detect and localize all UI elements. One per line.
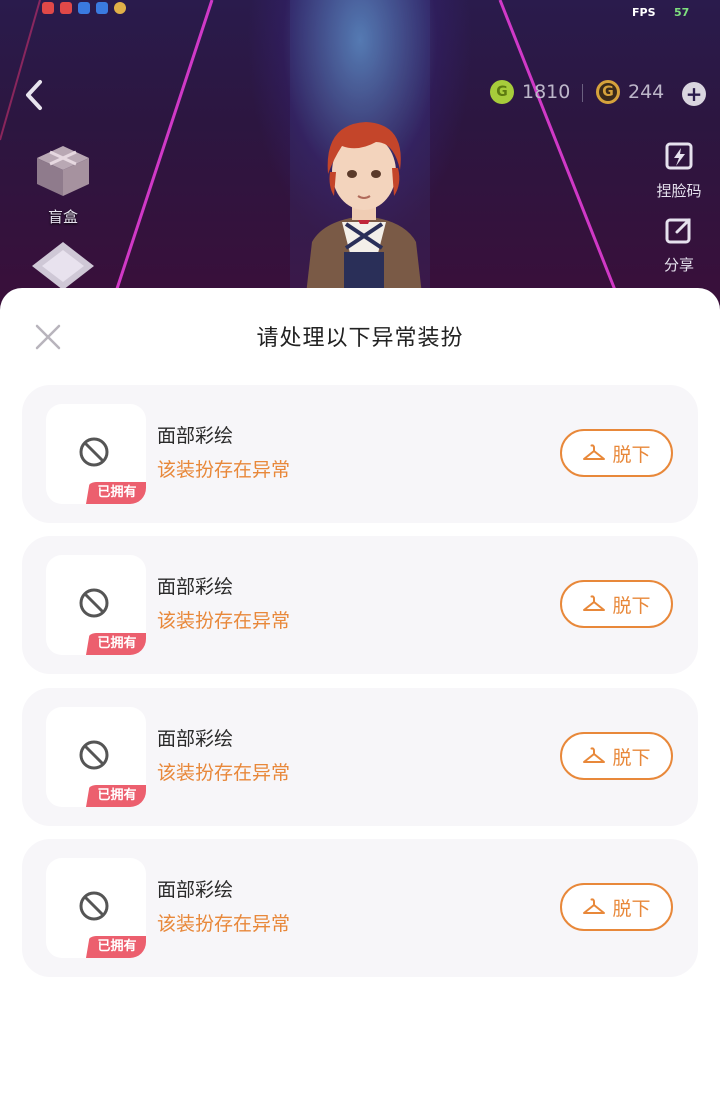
take-off-label: 脱下 <box>612 746 651 769</box>
take-off-button[interactable]: 脱下 <box>560 580 673 628</box>
outfit-status: 该装扮存在异常 <box>157 610 291 632</box>
coin-green-icon: G <box>490 80 514 104</box>
app-icon <box>78 2 90 14</box>
outfit-item: 已拥有 面部彩绘 该装扮存在异常 脱下 <box>22 839 698 977</box>
outfit-thumbnail: 已拥有 <box>46 858 146 958</box>
game-scene: FPS 57 G 1810 G 244 + 盲盒 捏脸码 分享 <box>0 0 720 310</box>
app-icon <box>114 2 126 14</box>
back-icon[interactable] <box>20 78 48 112</box>
owned-badge: 已拥有 <box>86 936 146 958</box>
prohibited-icon <box>79 740 109 770</box>
outfit-item: 已拥有 面部彩绘 该装扮存在异常 脱下 <box>22 688 698 826</box>
face-code-icon <box>665 142 693 170</box>
prohibited-icon <box>79 437 109 467</box>
notification-icons <box>42 2 126 14</box>
app-icon <box>42 2 54 14</box>
app-icon <box>96 2 108 14</box>
currency-gold: G 244 <box>596 80 664 104</box>
outfit-name: 面部彩绘 <box>157 576 234 598</box>
hanger-icon <box>583 898 606 914</box>
owned-badge: 已拥有 <box>86 482 146 504</box>
avatar-character <box>284 112 444 310</box>
owned-badge: 已拥有 <box>86 633 146 655</box>
fps-value: 57 <box>674 6 690 19</box>
take-off-label: 脱下 <box>612 897 651 920</box>
outfit-name: 面部彩绘 <box>157 728 234 750</box>
outfit-thumbnail: 已拥有 <box>46 404 146 504</box>
gift-box-icon <box>37 146 89 196</box>
add-currency-button[interactable]: + <box>682 82 706 106</box>
share-label: 分享 <box>663 256 694 274</box>
coin-gold-icon: G <box>596 80 620 104</box>
take-off-label: 脱下 <box>612 594 651 617</box>
share-button[interactable]: 分享 <box>650 214 708 275</box>
app-icon <box>60 2 72 14</box>
prohibited-icon <box>79 891 109 921</box>
share-icon <box>665 218 691 244</box>
take-off-button[interactable]: 脱下 <box>560 429 673 477</box>
hanger-icon <box>583 595 606 611</box>
outfit-status: 该装扮存在异常 <box>157 762 291 784</box>
outfit-status: 该装扮存在异常 <box>157 459 291 481</box>
outfit-item: 已拥有 面部彩绘 该装扮存在异常 脱下 <box>22 385 698 523</box>
abnormal-outfit-sheet: 请处理以下异常装扮 已拥有 面部彩绘 该装扮存在异常 脱下 已拥有 面部彩绘 该… <box>0 288 720 1100</box>
hanger-icon <box>583 747 606 763</box>
outfit-name: 面部彩绘 <box>157 879 234 901</box>
owned-badge: 已拥有 <box>86 785 146 807</box>
currency-green: G 1810 <box>490 80 570 104</box>
outfit-thumbnail: 已拥有 <box>46 707 146 807</box>
hanger-icon <box>583 444 606 460</box>
currency-green-value: 1810 <box>522 81 571 103</box>
outfit-status: 该装扮存在异常 <box>157 913 291 935</box>
card-pack-icon[interactable] <box>30 240 96 290</box>
prohibited-icon <box>79 588 109 618</box>
currency-divider <box>582 84 583 102</box>
blind-box-label: 盲盒 <box>47 208 78 226</box>
blind-box-button[interactable]: 盲盒 <box>30 142 96 227</box>
face-code-label: 捏脸码 <box>656 182 702 200</box>
face-code-button[interactable]: 捏脸码 <box>650 140 708 201</box>
currency-gold-value: 244 <box>628 81 665 103</box>
take-off-label: 脱下 <box>612 443 651 466</box>
fps-label: FPS <box>632 6 656 19</box>
outfit-name: 面部彩绘 <box>157 425 234 447</box>
sheet-title: 请处理以下异常装扮 <box>256 326 464 351</box>
outfit-item: 已拥有 面部彩绘 该装扮存在异常 脱下 <box>22 536 698 674</box>
outfit-thumbnail: 已拥有 <box>46 555 146 655</box>
take-off-button[interactable]: 脱下 <box>560 732 673 780</box>
take-off-button[interactable]: 脱下 <box>560 883 673 931</box>
